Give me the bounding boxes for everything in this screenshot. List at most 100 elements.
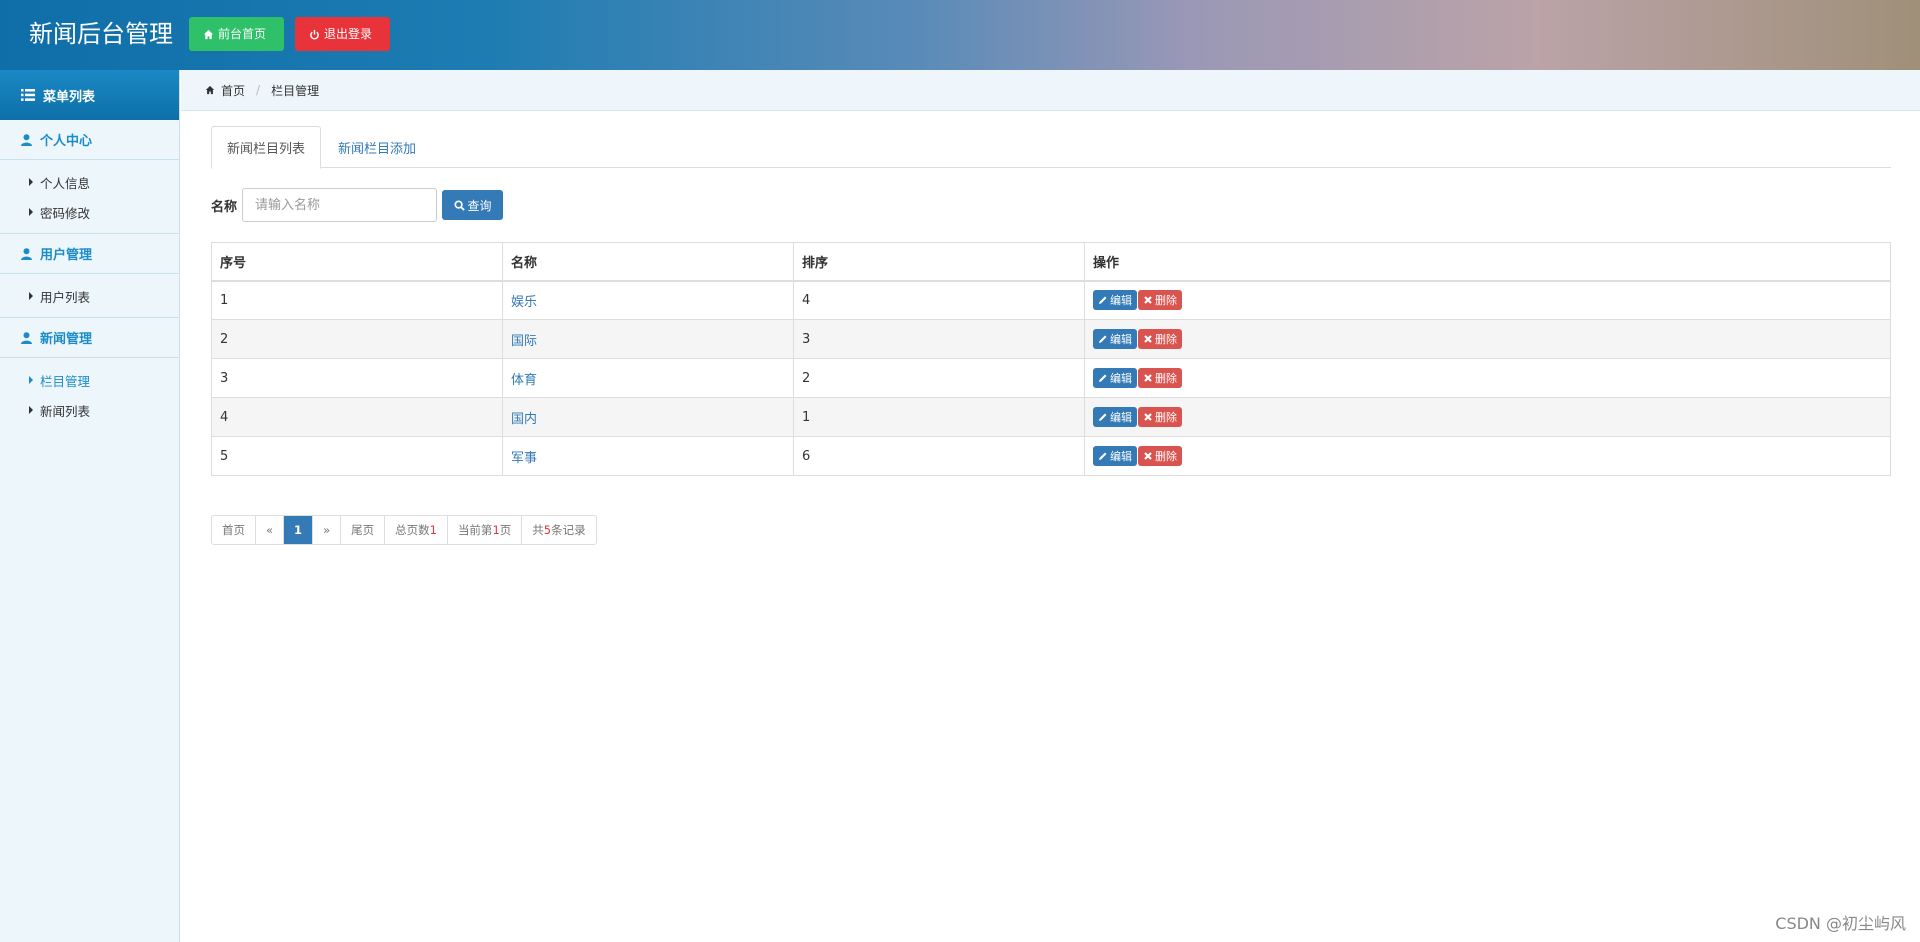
table-row: 1 娱乐 4 编辑 删除 xyxy=(211,280,1891,320)
pager-number: 1 xyxy=(492,523,500,537)
cell-name-link[interactable]: 军事 xyxy=(502,436,794,476)
delete-label: 删除 xyxy=(1155,372,1177,385)
close-icon xyxy=(1144,296,1152,305)
main-content: 首页 / 栏目管理 新闻栏目列表 新闻栏目添加 名称 查询 序号 名称 排序 操… xyxy=(181,70,1920,942)
delete-button[interactable]: 删除 xyxy=(1138,407,1182,427)
tab-category-add[interactable]: 新闻栏目添加 xyxy=(323,126,431,168)
pager-last[interactable]: 尾页 xyxy=(341,516,386,544)
close-icon xyxy=(1144,335,1152,343)
pencil-icon xyxy=(1099,413,1107,421)
cell-order: 2 xyxy=(793,358,1085,398)
cell-id: 1 xyxy=(211,280,503,320)
sidebar-item-news-list[interactable]: 新闻列表 xyxy=(0,395,179,425)
pencil-icon xyxy=(1099,374,1107,382)
search-button[interactable]: 查询 xyxy=(442,190,504,220)
edit-button[interactable]: 编辑 xyxy=(1093,329,1137,349)
pagination: 首页 « 1 » 尾页 总页数 1 当前第 1 页 共 5 条记录 xyxy=(211,515,597,545)
cell-name-link[interactable]: 国际 xyxy=(502,319,794,359)
pager-prev[interactable]: « xyxy=(256,516,285,544)
tab-bar: 新闻栏目列表 新闻栏目添加 xyxy=(211,126,1891,169)
watermark: CSDN @初尘屿风 xyxy=(1775,914,1906,933)
sidebar-group-label: 新闻管理 xyxy=(40,332,93,347)
cell-id: 5 xyxy=(211,436,503,476)
breadcrumb: 首页 / 栏目管理 xyxy=(181,70,1920,111)
sidebar-title: 菜单列表 xyxy=(43,89,96,105)
power-icon xyxy=(310,29,319,39)
table-header-row: 序号 名称 排序 操作 xyxy=(211,242,1891,282)
table-row: 5 军事 6 编辑 删除 xyxy=(211,436,1891,476)
breadcrumb-separator: / xyxy=(256,83,261,97)
top-header: 新闻后台管理 前台首页 退出登录 xyxy=(0,0,1920,70)
breadcrumb-home[interactable]: 首页 xyxy=(221,82,245,99)
cell-order: 1 xyxy=(793,397,1085,437)
pager-current-info: 当前第 1 页 xyxy=(448,516,523,544)
close-icon xyxy=(1144,452,1152,460)
pager-number: 5 xyxy=(543,523,552,537)
sidebar-header: 菜单列表 xyxy=(0,70,179,120)
frontend-home-button[interactable]: 前台首页 xyxy=(189,17,284,51)
delete-button[interactable]: 删除 xyxy=(1138,329,1182,349)
sidebar-item-category-manage[interactable]: 栏目管理 xyxy=(0,365,179,395)
cell-name-link[interactable]: 国内 xyxy=(502,397,794,437)
table-row: 4 国内 1 编辑 删除 xyxy=(211,397,1891,437)
pager-number: 1 xyxy=(429,523,437,537)
sidebar-item-password[interactable]: 密码修改 xyxy=(0,197,179,227)
cell-name-link[interactable]: 体育 xyxy=(502,358,794,398)
sidebar-group-label: 个人中心 xyxy=(40,134,93,149)
sidebar-group-title-personal[interactable]: 个人中心 xyxy=(0,120,179,160)
close-icon xyxy=(1144,374,1152,382)
cell-order: 3 xyxy=(793,319,1085,359)
delete-button[interactable]: 删除 xyxy=(1138,446,1182,466)
logout-label: 退出登录 xyxy=(324,27,373,41)
sidebar-group-title-users[interactable]: 用户管理 xyxy=(0,234,179,274)
cell-order: 6 xyxy=(793,436,1085,476)
cell-actions: 编辑 删除 xyxy=(1084,397,1891,437)
pager-next[interactable]: » xyxy=(313,516,342,544)
logout-button[interactable]: 退出登录 xyxy=(295,17,390,51)
user-icon xyxy=(21,133,32,146)
name-search-input[interactable] xyxy=(242,188,438,222)
pager-text: 共 xyxy=(532,523,544,537)
delete-label: 删除 xyxy=(1155,450,1177,463)
delete-button[interactable]: 删除 xyxy=(1138,368,1182,388)
home-icon xyxy=(205,85,215,95)
cell-id: 4 xyxy=(211,397,503,437)
pencil-icon xyxy=(1099,452,1107,460)
edit-button[interactable]: 编辑 xyxy=(1093,407,1137,427)
frontend-home-label: 前台首页 xyxy=(218,27,267,41)
pager-total-pages: 总页数 1 xyxy=(385,516,448,544)
edit-label: 编辑 xyxy=(1110,372,1132,385)
edit-button[interactable]: 编辑 xyxy=(1093,368,1137,388)
sidebar-group-label: 用户管理 xyxy=(40,248,93,263)
sidebar-group-personal: 个人中心 个人信息 密码修改 xyxy=(0,120,179,234)
column-header-id: 序号 xyxy=(211,242,503,282)
pager-current-page[interactable]: 1 xyxy=(284,516,314,544)
sidebar-group-title-news[interactable]: 新闻管理 xyxy=(0,318,179,358)
sidebar-group-users: 用户管理 用户列表 xyxy=(0,234,179,318)
tab-category-list[interactable]: 新闻栏目列表 xyxy=(211,126,322,169)
sidebar-item-profile[interactable]: 个人信息 xyxy=(0,167,179,197)
cell-id: 2 xyxy=(211,319,503,359)
pager-first[interactable]: 首页 xyxy=(212,516,256,544)
edit-label: 编辑 xyxy=(1110,411,1132,424)
sidebar-item-user-list[interactable]: 用户列表 xyxy=(0,281,179,311)
cell-name-link[interactable]: 娱乐 xyxy=(502,280,794,320)
column-header-name: 名称 xyxy=(502,242,794,282)
sidebar-item-label: 个人信息 xyxy=(40,175,91,191)
sidebar-group-news: 新闻管理 栏目管理 新闻列表 xyxy=(0,318,179,431)
edit-label: 编辑 xyxy=(1110,450,1132,463)
caret-right-icon xyxy=(29,208,33,216)
delete-label: 删除 xyxy=(1155,333,1177,346)
delete-button[interactable]: 删除 xyxy=(1138,290,1182,311)
cell-id: 3 xyxy=(211,358,503,398)
caret-right-icon xyxy=(29,376,33,384)
pager-text: 页 xyxy=(499,523,512,537)
sidebar-item-label: 栏目管理 xyxy=(40,373,91,389)
edit-button[interactable]: 编辑 xyxy=(1093,446,1137,466)
caret-right-icon xyxy=(29,292,33,300)
home-icon xyxy=(203,29,214,39)
cell-actions: 编辑 删除 xyxy=(1084,319,1891,359)
caret-right-icon xyxy=(29,178,33,186)
sidebar-item-label: 新闻列表 xyxy=(40,403,91,419)
edit-button[interactable]: 编辑 xyxy=(1093,290,1137,311)
